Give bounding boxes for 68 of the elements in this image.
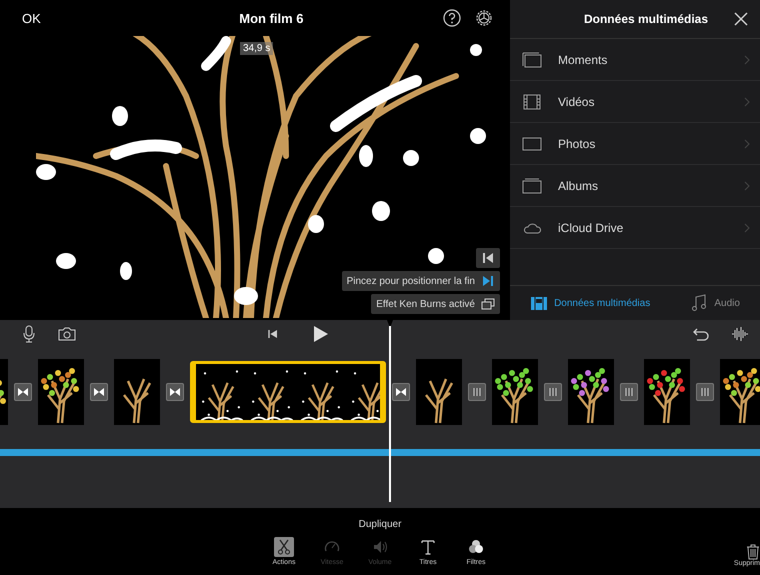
camera-icon[interactable]: [58, 325, 76, 343]
option-button[interactable]: Pincez pour positionner la fin: [342, 271, 500, 291]
bowtie-icon: [17, 387, 29, 397]
panel-title: Données multimédias: [582, 12, 710, 26]
bars-icon: [471, 387, 483, 397]
trash-icon: [746, 544, 760, 560]
panel-tab[interactable]: Audio: [688, 292, 742, 314]
overlapping-circles-icon: [468, 539, 484, 555]
bars-icon: [699, 387, 711, 397]
cut-transition-button[interactable]: [544, 383, 562, 401]
film-strip-icon: [522, 94, 542, 110]
duplicate-button[interactable]: Dupliquer: [352, 518, 408, 531]
cut-transition-button[interactable]: [468, 383, 486, 401]
bowtie-icon: [395, 387, 407, 397]
speaker-icon: [372, 539, 388, 555]
video-clip[interactable]: [644, 359, 690, 425]
ok-button[interactable]: OK: [22, 10, 41, 26]
video-clip[interactable]: [114, 359, 160, 425]
video-clip[interactable]: [416, 359, 462, 425]
help-icon[interactable]: [442, 8, 462, 28]
skip-end-icon: [481, 274, 495, 288]
project-title: Mon film 6: [238, 10, 305, 26]
skip-back-icon[interactable]: [267, 328, 280, 340]
panel-tab[interactable]: Données multimédias: [528, 292, 652, 314]
video-clip[interactable]: [492, 359, 538, 425]
bars-icon: [623, 387, 635, 397]
waveform-icon[interactable]: [730, 325, 748, 343]
time-label: 34,9 s: [240, 42, 274, 55]
chevron-icon: [744, 138, 750, 148]
crossfade-transition-button[interactable]: [392, 383, 410, 401]
media-source-item[interactable]: Albums: [510, 165, 760, 207]
film-strip-icon: [530, 294, 548, 312]
chevron-icon: [744, 222, 750, 232]
option-button[interactable]: Effet Ken Burns activé: [371, 294, 500, 314]
frame-icon: [522, 136, 542, 152]
cut-transition-button[interactable]: [696, 383, 714, 401]
skip-button[interactable]: [476, 248, 500, 268]
skip-start-icon: [481, 251, 495, 265]
stacked-frames-icon: [522, 52, 542, 68]
media-source-item[interactable]: Photos: [510, 123, 760, 165]
bars-icon: [547, 387, 559, 397]
letter-t-icon: [420, 539, 436, 555]
chevron-icon: [744, 180, 750, 190]
bowtie-icon: [169, 387, 181, 397]
play-icon[interactable]: [311, 325, 330, 343]
cut-transition-button[interactable]: [620, 383, 638, 401]
video-clip[interactable]: [720, 359, 760, 425]
media-source-item[interactable]: iCloud Drive: [510, 207, 760, 249]
crossfade-transition-button[interactable]: [166, 383, 184, 401]
crossfade-transition-button[interactable]: [14, 383, 32, 401]
selected-clip[interactable]: [190, 361, 386, 423]
settings-icon[interactable]: [474, 8, 494, 28]
media-source-item[interactable]: Vidéos: [510, 81, 760, 123]
video-clip[interactable]: [0, 359, 8, 425]
chevron-icon: [744, 54, 750, 64]
chevron-icon: [744, 96, 750, 106]
music-note-icon: [690, 294, 708, 312]
scissors-icon: [276, 539, 292, 555]
frames-icon: [481, 297, 495, 311]
crossfade-transition-button[interactable]: [90, 383, 108, 401]
media-source-item[interactable]: Moments: [510, 39, 760, 81]
playhead[interactable]: [387, 320, 393, 502]
video-clip[interactable]: [568, 359, 614, 425]
video-clip[interactable]: [38, 359, 84, 425]
tree-drawing: [0, 379, 8, 405]
close-button[interactable]: [732, 10, 750, 28]
album-icon: [522, 178, 542, 194]
bowtie-icon: [93, 387, 105, 397]
